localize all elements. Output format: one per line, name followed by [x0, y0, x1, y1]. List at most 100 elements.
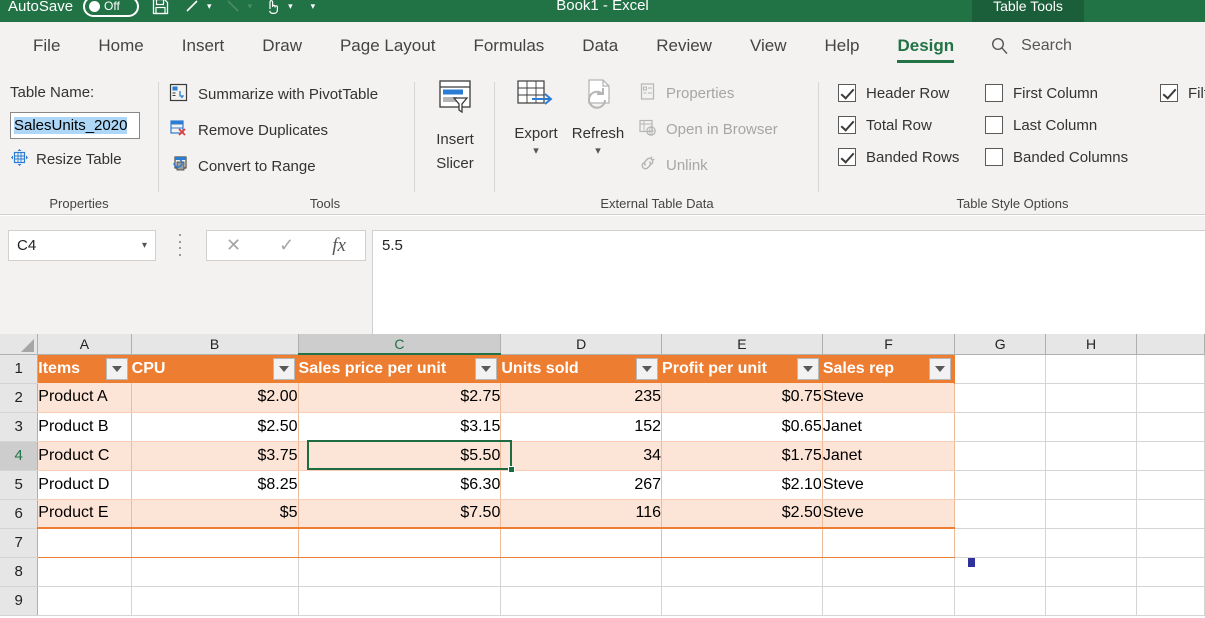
tab-file[interactable]: File: [14, 22, 79, 70]
checkbox-banded-rows[interactable]: Banded Rows: [838, 148, 959, 166]
cell-i7[interactable]: [1137, 528, 1205, 557]
column-header-b[interactable]: B: [131, 334, 298, 354]
cell-h4[interactable]: [1046, 441, 1137, 470]
row-header-9[interactable]: 9: [0, 586, 38, 615]
row-header-1[interactable]: 1: [0, 354, 38, 383]
cell-c8[interactable]: [298, 557, 501, 586]
cell-i9[interactable]: [1137, 586, 1205, 615]
tab-insert[interactable]: Insert: [163, 22, 244, 70]
convert-to-range-button[interactable]: Convert to Range: [168, 154, 316, 179]
cell-c3[interactable]: $3.15: [298, 412, 501, 441]
export-dropdown-caret-icon[interactable]: ▾: [533, 146, 539, 156]
tab-draw[interactable]: Draw: [243, 22, 321, 70]
cell-g1[interactable]: [955, 354, 1046, 383]
undo-icon[interactable]: [181, 0, 203, 17]
cell-b6[interactable]: $5: [131, 499, 298, 528]
cell-f6[interactable]: Steve: [822, 499, 954, 528]
filter-dropdown-icon-units-sold[interactable]: [636, 358, 658, 380]
cell-i5[interactable]: [1137, 470, 1205, 499]
refresh-dropdown-caret-icon[interactable]: ▾: [595, 146, 601, 156]
cell-g5[interactable]: [955, 470, 1046, 499]
cell-a4[interactable]: Product C: [38, 441, 131, 470]
table-name-input[interactable]: SalesUnits_2020: [10, 112, 140, 139]
cell-h7[interactable]: [1046, 528, 1137, 557]
autosave-toggle[interactable]: Off: [83, 0, 139, 17]
cell-c7[interactable]: [298, 528, 501, 557]
column-header-i[interactable]: [1137, 334, 1205, 354]
cell-f3[interactable]: Janet: [822, 412, 954, 441]
column-header-f[interactable]: F: [822, 334, 954, 354]
export-button[interactable]: Export ▾: [504, 78, 568, 156]
cell-h6[interactable]: [1046, 499, 1137, 528]
tab-data[interactable]: Data: [563, 22, 637, 70]
column-header-e[interactable]: E: [662, 334, 823, 354]
table-header-profit-per-unit[interactable]: Profit per unit: [662, 354, 823, 383]
cell-g2[interactable]: [955, 383, 1046, 412]
cell-a7[interactable]: [38, 528, 131, 557]
checkbox-total-row[interactable]: Total Row: [838, 116, 932, 134]
enter-icon[interactable]: ✓: [279, 235, 294, 256]
table-resize-handle[interactable]: [968, 558, 975, 567]
insert-slicer-button[interactable]: Insert Slicer: [418, 78, 492, 173]
table-header-sales-price-per-unit[interactable]: Sales price per unit: [298, 354, 501, 383]
cell-c6[interactable]: $7.50: [298, 499, 501, 528]
cell-i3[interactable]: [1137, 412, 1205, 441]
redo-icon[interactable]: [222, 0, 244, 17]
tab-view[interactable]: View: [731, 22, 806, 70]
refresh-button[interactable]: Refresh ▾: [566, 78, 630, 156]
cancel-icon[interactable]: ✕: [226, 235, 241, 256]
cell-a8[interactable]: [38, 557, 131, 586]
cell-d9[interactable]: [501, 586, 662, 615]
filter-dropdown-icon-profit[interactable]: [797, 358, 819, 380]
cell-a2[interactable]: Product A: [38, 383, 131, 412]
tab-formulas[interactable]: Formulas: [454, 22, 563, 70]
cell-f2[interactable]: Steve: [822, 383, 954, 412]
row-header-7[interactable]: 7: [0, 528, 38, 557]
cell-d2[interactable]: 235: [501, 383, 662, 412]
formula-input[interactable]: 5.5: [372, 230, 1205, 340]
row-header-4[interactable]: 4: [0, 441, 38, 470]
cell-c4[interactable]: $5.50: [298, 441, 501, 470]
redo-dropdown-caret-icon[interactable]: ▾: [248, 1, 253, 12]
table-header-items[interactable]: Items: [38, 354, 131, 383]
cell-b5[interactable]: $8.25: [131, 470, 298, 499]
cell-i1[interactable]: [1137, 354, 1205, 383]
summarize-with-pivottable-button[interactable]: Summarize with PivotTable: [168, 82, 378, 107]
cell-e6[interactable]: $2.50: [662, 499, 823, 528]
filter-dropdown-icon-sales-price[interactable]: [475, 358, 497, 380]
cell-b7[interactable]: [131, 528, 298, 557]
cell-d4[interactable]: 34: [501, 441, 662, 470]
cell-h5[interactable]: [1046, 470, 1137, 499]
row-header-2[interactable]: 2: [0, 383, 38, 412]
checkbox-filter-button[interactable]: Filter Button: [1160, 84, 1205, 102]
cell-e3[interactable]: $0.65: [662, 412, 823, 441]
cell-f8[interactable]: [822, 557, 954, 586]
row-header-8[interactable]: 8: [0, 557, 38, 586]
cell-b4[interactable]: $3.75: [131, 441, 298, 470]
column-header-h[interactable]: H: [1046, 334, 1137, 354]
cell-e4[interactable]: $1.75: [662, 441, 823, 470]
cell-d7[interactable]: [501, 528, 662, 557]
formula-bar-grip[interactable]: [176, 234, 184, 256]
cell-a5[interactable]: Product D: [38, 470, 131, 499]
cell-d5[interactable]: 267: [501, 470, 662, 499]
cell-f4[interactable]: Janet: [822, 441, 954, 470]
table-header-units-sold[interactable]: Units sold: [501, 354, 662, 383]
select-all-corner[interactable]: [0, 334, 38, 354]
cell-c9[interactable]: [298, 586, 501, 615]
cell-e7[interactable]: [662, 528, 823, 557]
remove-duplicates-button[interactable]: Remove Duplicates: [168, 118, 328, 143]
cell-h1[interactable]: [1046, 354, 1137, 383]
filter-dropdown-icon-cpu[interactable]: [273, 358, 295, 380]
cell-b2[interactable]: $2.00: [131, 383, 298, 412]
cell-f7[interactable]: [822, 528, 954, 557]
filter-dropdown-icon-items[interactable]: [106, 358, 128, 380]
cell-g6[interactable]: [955, 499, 1046, 528]
tab-home[interactable]: Home: [79, 22, 162, 70]
cell-i8[interactable]: [1137, 557, 1205, 586]
checkbox-last-column[interactable]: Last Column: [985, 116, 1097, 134]
insert-function-icon[interactable]: fx: [332, 235, 346, 257]
cell-h2[interactable]: [1046, 383, 1137, 412]
cell-d6[interactable]: 116: [501, 499, 662, 528]
cell-h8[interactable]: [1046, 557, 1137, 586]
